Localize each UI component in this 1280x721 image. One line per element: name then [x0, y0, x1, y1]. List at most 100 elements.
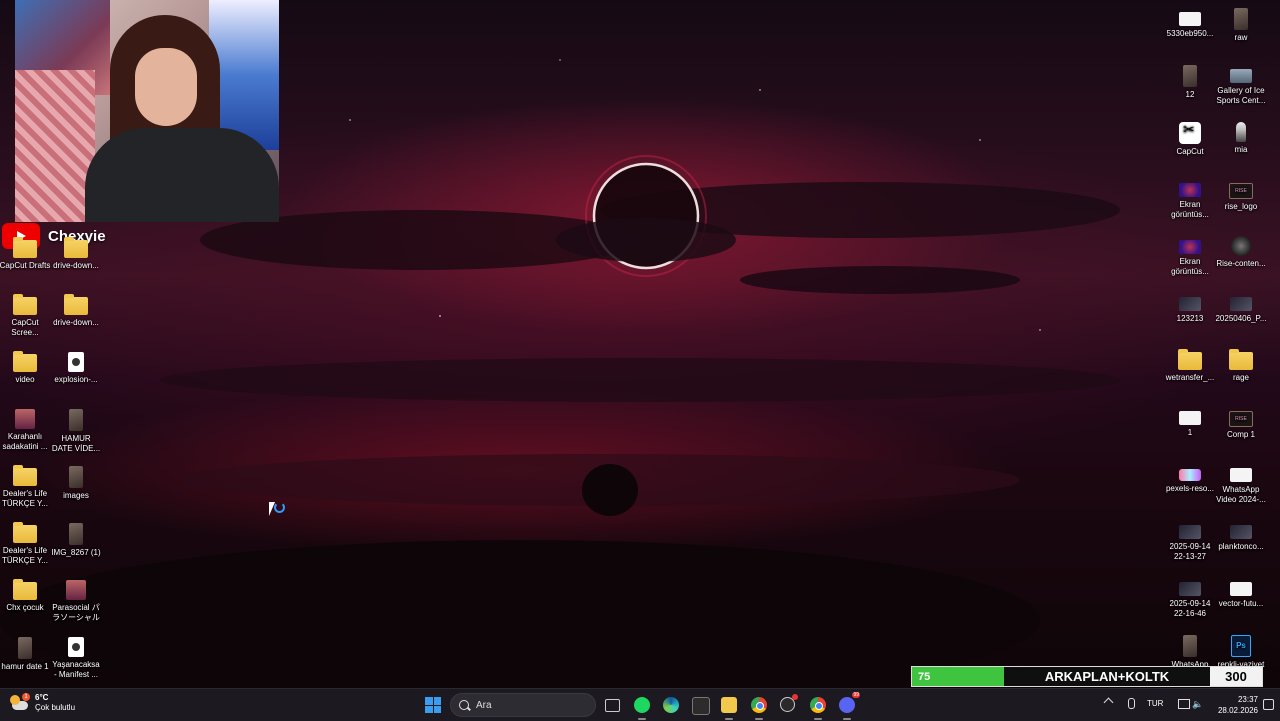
microphone-icon[interactable]	[1128, 698, 1135, 709]
white-icon	[1230, 582, 1252, 596]
desktop-icon[interactable]: HAMUR DATE VİDE...	[50, 409, 102, 454]
desktop-icon[interactable]: drive-down...	[50, 237, 102, 271]
volume-icon[interactable]: 🔈	[1192, 699, 1203, 710]
desktop-icon-label: vector-futu...	[1218, 599, 1264, 608]
desktop-icon[interactable]: explosion-...	[50, 352, 102, 385]
desktop-icon[interactable]: images	[50, 466, 102, 501]
desktop-icon[interactable]: mia	[1215, 122, 1267, 155]
desktop-icon-label: CapCut Drafts	[0, 261, 51, 270]
spotify-icon[interactable]	[634, 697, 650, 713]
task-view-icon[interactable]	[605, 699, 620, 712]
discord-icon[interactable]: 99	[839, 692, 860, 713]
desktop-icon[interactable]: 12	[1164, 65, 1216, 100]
circle-icon	[1231, 236, 1251, 256]
dark-icon	[1230, 297, 1252, 311]
folder-icon	[1229, 349, 1253, 370]
white-icon	[1230, 468, 1252, 482]
desktop-icon[interactable]: CapCut Scree...	[0, 294, 51, 338]
folder-icon	[64, 294, 88, 315]
folder-icon	[13, 465, 37, 486]
desktop-icon[interactable]: 2025-09-14 22-13-27	[1164, 521, 1216, 562]
desktop-icon-label: raw	[1234, 33, 1248, 42]
desktop-icon[interactable]: Dealer's Life TÜRKÇE Y...	[0, 465, 51, 509]
desktop-icon[interactable]: Dealer's Life TÜRKÇE Y...	[0, 522, 51, 566]
desktop-icon[interactable]: 123213	[1164, 293, 1216, 324]
streamer-hoodie	[85, 128, 279, 222]
video-icon	[68, 637, 84, 657]
desktop-icon-label: Comp 1	[1226, 430, 1255, 439]
purple-icon	[1179, 240, 1201, 254]
search-icon	[459, 700, 469, 710]
desktop-icon[interactable]: CapCut	[1164, 122, 1216, 157]
desktop-icon[interactable]: Parasocial パラソーシャル	[50, 580, 102, 623]
weather-widget[interactable]: 1 6°C Çok bulutlu	[10, 693, 75, 713]
desktop-icon[interactable]: Rise-conten...	[1215, 236, 1267, 269]
desktop-icon[interactable]: Karahanlı sadakatini ...	[0, 409, 51, 452]
desktop-icon[interactable]: Ekran görüntüs...	[1164, 236, 1216, 277]
photo-icon	[69, 466, 83, 488]
banner-right-value: 300	[1210, 667, 1262, 686]
desktop-icon-label: Parasocial パラソーシャル	[52, 603, 100, 622]
video-icon	[68, 352, 84, 372]
desktop-icon[interactable]: pexels-reso...	[1164, 464, 1216, 494]
desktop-icon[interactable]: planktonco...	[1215, 521, 1267, 552]
desktop-icon[interactable]: Ekran görüntüs...	[1164, 179, 1216, 220]
folder-icon	[13, 294, 37, 315]
show-hidden-icons-icon[interactable]	[1103, 697, 1114, 708]
desktop-icon-label: Dealer's Life TÜRKÇE Y...	[2, 489, 48, 508]
desktop-icon-label: 2025-09-14 22-13-27	[1169, 542, 1211, 561]
capcut-icon	[1179, 122, 1201, 144]
photo-icon	[18, 637, 32, 659]
desktop-icon-label: drive-down...	[53, 318, 99, 327]
microsoft-store-icon[interactable]	[692, 697, 710, 715]
folder-icon	[13, 579, 37, 600]
desktop-icon[interactable]: Chx çocuk	[0, 579, 51, 613]
windows-start-icon[interactable]	[425, 697, 441, 713]
desktop-icon[interactable]: RISE Comp 1	[1215, 407, 1267, 440]
desktop-icon[interactable]: video	[0, 351, 51, 385]
desktop-icon[interactable]: 5330eb950...	[1164, 8, 1216, 39]
folder-icon	[13, 237, 37, 258]
folder-icon	[1178, 349, 1202, 370]
desktop-icon[interactable]: drive-down...	[50, 294, 102, 328]
desktop-icon[interactable]: 20250406_P...	[1215, 293, 1267, 324]
chrome-icon[interactable]	[751, 697, 767, 713]
desktop-icon[interactable]: CapCut Drafts	[0, 237, 51, 271]
weather-text: 6°C Çok bulutlu	[35, 693, 75, 713]
desktop-icon[interactable]: hamur date 1	[0, 637, 51, 672]
desktop-icon-label: Ekran görüntüs...	[1171, 257, 1209, 276]
busy-spinner-icon	[274, 502, 285, 513]
desktop-icon[interactable]: Yaşanacaksa - Manifest ...	[50, 637, 102, 680]
language-indicator[interactable]: TUR	[1147, 699, 1163, 708]
desktop-icon[interactable]: 1	[1164, 407, 1216, 438]
desktop-icon[interactable]: 2025-09-14 22-16-46	[1164, 578, 1216, 619]
steam-icon[interactable]	[780, 694, 798, 712]
desktop-icon[interactable]: IMG_8267 (1)	[50, 523, 102, 558]
rise-icon: RISE	[1229, 183, 1253, 199]
white-icon	[1179, 12, 1201, 26]
folder-icon	[13, 522, 37, 543]
file-explorer-icon[interactable]	[721, 697, 737, 713]
desktop-icon[interactable]: rage	[1215, 349, 1267, 383]
edge-browser-icon[interactable]	[663, 697, 679, 713]
desktop-icon[interactable]: Ps renkli-vaziyet	[1215, 635, 1267, 670]
desktop-icon[interactable]: wetransfer_...	[1164, 349, 1216, 383]
dark-icon	[1179, 525, 1201, 539]
desktop-icon[interactable]: raw	[1215, 8, 1267, 43]
white-icon	[1179, 411, 1201, 425]
desktop-icon[interactable]: RISE rise_logo	[1215, 179, 1267, 212]
notifications-icon[interactable]	[1263, 699, 1274, 710]
network-icon[interactable]	[1178, 699, 1190, 709]
taskbar: 1 6°C Çok bulutlu Ara 99 TUR 🔈 23:37 28.…	[0, 688, 1280, 721]
taskbar-search-box[interactable]: Ara	[450, 693, 596, 717]
desktop-icon[interactable]: vector-futu...	[1215, 578, 1267, 609]
desktop-icon-label: Yaşanacaksa - Manifest ...	[52, 660, 100, 679]
desktop-icon-label: 1	[1187, 428, 1193, 437]
desktop-icon[interactable]: Gallery of Ice Sports Cent...	[1215, 65, 1267, 106]
desktop-icon-label: Chx çocuk	[6, 603, 44, 612]
desktop-icon-label: Karahanlı sadakatini ...	[2, 432, 48, 451]
dark-icon	[1179, 297, 1201, 311]
desktop-icon[interactable]: WhatsApp Video 2024-...	[1215, 464, 1267, 505]
taskbar-clock[interactable]: 23:37 28.02.2026	[1206, 694, 1258, 716]
chrome-profile-icon[interactable]	[810, 697, 826, 713]
